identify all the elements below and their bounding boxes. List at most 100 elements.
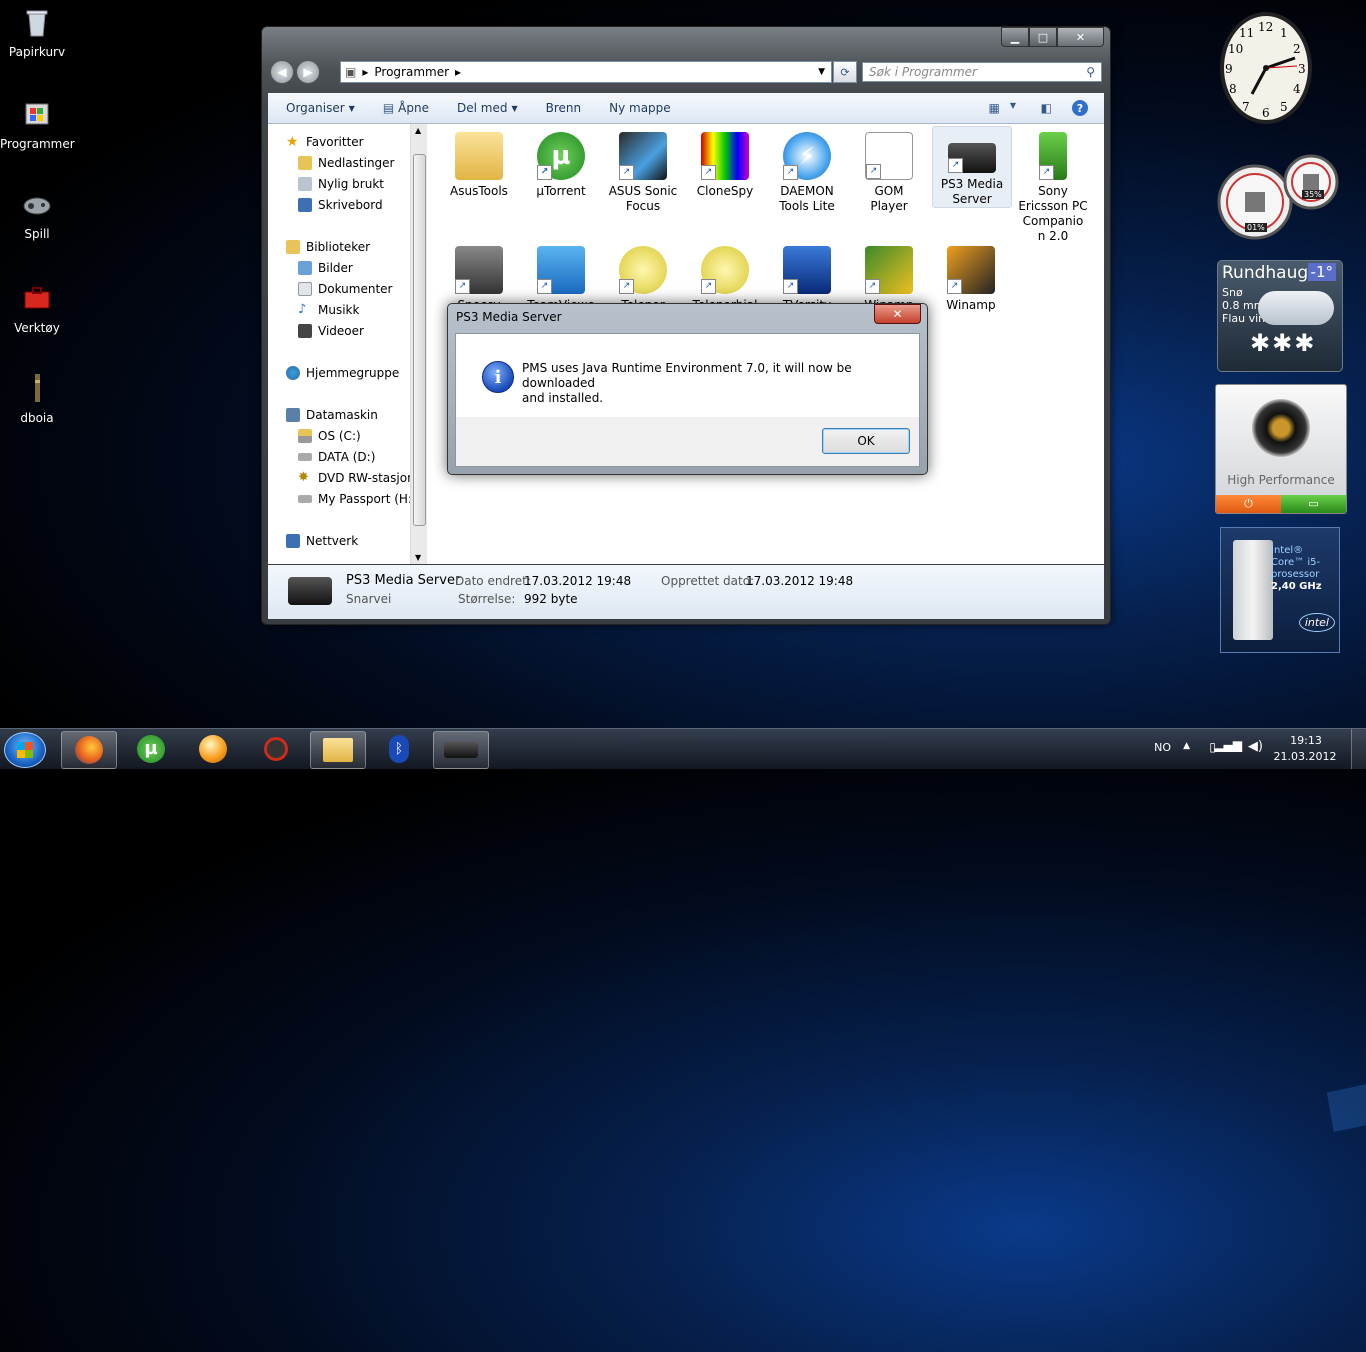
taskbar-explorer[interactable]	[310, 731, 366, 769]
selected-item-icon	[288, 577, 332, 605]
music-icon: ♪	[298, 302, 307, 317]
new-folder-button[interactable]: Ny mappe	[609, 101, 671, 115]
nav-passport[interactable]: My Passport (H:)	[298, 489, 417, 509]
taskbar-ps3-media-server[interactable]	[433, 731, 489, 769]
file-item-clonespy[interactable]: ↗ CloneSpy	[686, 126, 764, 199]
open-button[interactable]: ▤ Åpne	[383, 101, 429, 115]
nav-libraries[interactable]: Biblioteker	[286, 237, 370, 257]
desktop-icon-label: Spill	[24, 227, 50, 241]
intel-logo: intel	[1298, 613, 1335, 632]
intel-cpu-gadget[interactable]: Intel® Core™ i5- prosessor 2,40 GHz inte…	[1220, 527, 1340, 653]
nav-drive-d-label: DATA (D:)	[318, 450, 376, 464]
star-icon: ★	[286, 134, 299, 150]
desktop-icon-tools[interactable]: Verktøy	[0, 282, 74, 335]
scroll-up-icon[interactable]: ▲	[415, 126, 421, 135]
file-label: µTorrent	[536, 184, 586, 198]
file-item-asustools[interactable]: AsusTools	[440, 126, 518, 199]
file-item-asus-sonic-focus[interactable]: ↗ ASUS Sonic Focus	[604, 126, 682, 214]
nav-favorites[interactable]: ★ Favoritter	[286, 132, 364, 152]
nav-passport-label: My Passport (H:)	[318, 492, 417, 506]
shortcut-arrow-icon: ↗	[783, 279, 798, 294]
address-dropdown-icon[interactable]: ▼	[818, 67, 825, 77]
close-button[interactable]: ✕	[1057, 27, 1104, 47]
taskbar-app-orange[interactable]	[186, 731, 240, 767]
search-input[interactable]: Søk i Programmer ⚲	[862, 62, 1102, 82]
file-item-gom-player[interactable]: ↗ GOM Player	[850, 126, 928, 214]
help-button[interactable]: ?	[1072, 100, 1088, 116]
file-item-ps3-media-server[interactable]: ↗ PS3 Media Server	[932, 126, 1012, 208]
file-item-winamp-2[interactable]: ↗ Winamp	[932, 240, 1010, 313]
start-button[interactable]	[4, 732, 46, 768]
forward-button[interactable]: ▶	[296, 60, 320, 84]
taskbar-bluetooth[interactable]: ᛒ	[372, 731, 426, 767]
clock-number: 3	[1298, 62, 1306, 76]
power-plan-gadget[interactable]: High Performance ⏻ ▭	[1215, 384, 1347, 514]
refresh-button[interactable]: ⟳	[833, 61, 857, 83]
dialog-close-button[interactable]: ✕	[874, 304, 921, 324]
nav-drive-c[interactable]: OS (C:)	[298, 426, 361, 446]
clock-number: 12	[1258, 20, 1274, 34]
desktop-icon-recycle-bin[interactable]: Papirkurv	[0, 6, 74, 59]
preview-pane-button[interactable]: ◧	[1041, 101, 1052, 115]
power-saver-toggle[interactable]: ⏻	[1216, 495, 1281, 513]
battery-toggle[interactable]: ▭	[1281, 495, 1346, 513]
volume-icon[interactable]: ◀)	[1248, 739, 1263, 754]
nav-network-label: Nettverk	[306, 534, 359, 548]
file-item-utorrent[interactable]: µ ↗ µTorrent	[522, 126, 600, 199]
taskbar-app-blocked[interactable]	[249, 731, 303, 767]
back-button[interactable]: ◀	[270, 60, 294, 84]
nav-dvd[interactable]: ✸ DVD RW-stasjon	[298, 468, 415, 488]
taskbar: µ ᛒ NO ▲ ▯ ▂▄▆ ◀) 19:13 21.03.2012	[0, 728, 1366, 769]
cpu-meter-gadget[interactable]: 01% 35%	[1217, 150, 1341, 246]
taskbar-utorrent[interactable]: µ	[124, 731, 178, 767]
breadcrumb-programs[interactable]: Programmer	[374, 65, 449, 79]
show-desktop-button[interactable]	[1351, 729, 1366, 769]
share-label: Del med	[456, 101, 508, 115]
address-bar[interactable]: ▣ ▸ Programmer ▸ ▼ ⟳	[340, 61, 857, 83]
taskbar-firefox[interactable]	[61, 731, 117, 769]
desktop-icon-games[interactable]: Spill	[0, 188, 74, 241]
minimize-button[interactable]: ▁	[1001, 27, 1029, 47]
clock-time[interactable]: 19:13	[1286, 734, 1326, 747]
organise-menu-button[interactable]: Organiser ▼	[286, 101, 355, 115]
sonic-focus-icon: ↗	[619, 132, 667, 180]
nav-drive-d[interactable]: DATA (D:)	[298, 447, 375, 467]
network-signal-icon[interactable]: ▂▄▆	[1214, 738, 1242, 752]
winamp-icon: ↗	[865, 246, 913, 294]
nav-pictures[interactable]: Bilder	[298, 258, 353, 278]
maximize-button[interactable]: □	[1029, 27, 1057, 47]
show-hidden-icons-button[interactable]: ▲	[1183, 741, 1190, 751]
file-label: Winamp	[946, 298, 996, 312]
cpu-usage-value: 01%	[1245, 223, 1267, 232]
nav-downloads[interactable]: Nedlastinger	[298, 153, 395, 173]
share-menu-button[interactable]: Del med ▼	[457, 101, 518, 115]
toolbox-icon	[24, 287, 50, 309]
desktop-icon-programs[interactable]: Programmer	[0, 98, 75, 151]
clock-gadget[interactable]: 12 1 2 3 4 5 6 7 8 9 10 11	[1217, 8, 1315, 128]
nav-videos[interactable]: Videoer	[298, 321, 364, 341]
scroll-down-icon[interactable]: ▼	[415, 553, 421, 562]
nav-favorites-label: Favoritter	[306, 135, 364, 149]
nav-computer[interactable]: Datamaskin	[286, 405, 378, 425]
burn-button[interactable]: Brenn	[546, 101, 582, 115]
clock-date[interactable]: 21.03.2012	[1270, 750, 1340, 763]
nav-music[interactable]: ♪ Musikk	[298, 300, 359, 320]
weather-gadget[interactable]: Rundhaug -1° Snø 0.8 mm Flau vind ✱✱✱	[1217, 260, 1343, 372]
snowflake-icon: ✱✱✱	[1250, 329, 1317, 357]
nav-desktop[interactable]: Skrivebord	[298, 195, 383, 215]
nav-documents[interactable]: Dokumenter	[298, 279, 392, 299]
scrollbar-thumb[interactable]	[413, 154, 426, 526]
os-drive-icon	[298, 429, 312, 443]
file-item-sony-ericsson-pc-companion[interactable]: ↗ Sony Ericsson PC Companio n 2.0	[1014, 126, 1092, 244]
file-label: ASUS Sonic	[608, 184, 678, 198]
view-options-button[interactable]: ▦ ▼	[989, 101, 1017, 115]
ok-button[interactable]: OK	[822, 428, 910, 454]
desktop-icon-dboia[interactable]: dboia	[0, 372, 74, 425]
nav-recent[interactable]: Nylig brukt	[298, 174, 384, 194]
nav-pane-scrollbar[interactable]: ▲ ▼	[410, 124, 427, 564]
file-item-daemon-tools[interactable]: ⚡ ↗ DAEMON Tools Lite	[768, 126, 846, 214]
nav-network[interactable]: Nettverk	[286, 531, 358, 551]
details-name: PS3 Media Server	[346, 573, 461, 588]
language-indicator[interactable]: NO	[1154, 741, 1171, 754]
nav-homegroup[interactable]: Hjemmegruppe	[286, 363, 399, 383]
